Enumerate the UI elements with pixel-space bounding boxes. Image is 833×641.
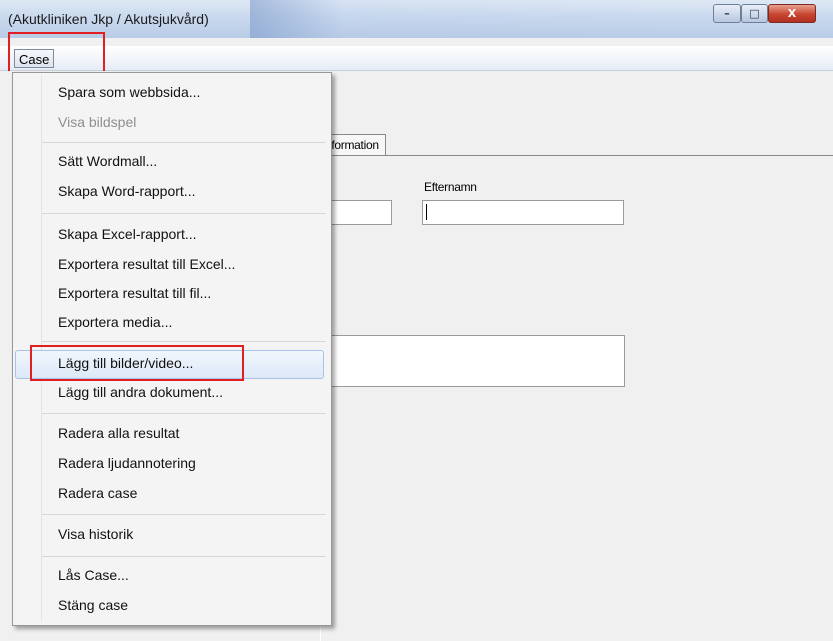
menu-item-exportera-resultat-excel[interactable]: Exportera resultat till Excel... (58, 256, 235, 272)
menu-item-lagg-till-bilder-video[interactable]: Lägg till bilder/video... (58, 355, 193, 371)
tab-panel (320, 156, 833, 641)
menu-item-stang-case[interactable]: Stäng case (58, 597, 128, 613)
close-button[interactable]: X (768, 4, 816, 23)
menu-item-exportera-resultat-fil[interactable]: Exportera resultat till fil... (58, 285, 211, 301)
menu-item-skapa-word-rapport[interactable]: Skapa Word-rapport... (58, 183, 195, 199)
menu-separator (42, 142, 326, 143)
menu-icon-gutter (41, 75, 42, 621)
menu-item-visa-bildspel: Visa bildspel (58, 114, 137, 130)
efternamn-label: Efternamn (424, 180, 477, 194)
menu-item-visa-historik[interactable]: Visa historik (58, 526, 133, 542)
menu-item-satt-wordmall[interactable]: Sätt Wordmall... (58, 153, 157, 169)
menu-item-radera-alla-resultat[interactable]: Radera alla resultat (58, 425, 179, 441)
minimize-icon: – (724, 7, 730, 20)
menu-item-radera-ljudannotering[interactable]: Radera ljudannotering (58, 455, 196, 471)
titlebar-glass (250, 0, 710, 38)
notes-field[interactable] (320, 335, 625, 387)
efternamn-field[interactable] (422, 200, 624, 225)
close-icon: X (787, 7, 797, 20)
maximize-icon: □ (749, 7, 760, 20)
menu-separator (42, 341, 326, 342)
menu-separator (42, 413, 326, 414)
menu-item-exportera-media[interactable]: Exportera media... (58, 314, 172, 330)
window-titlebar: (Akutkliniken Jkp / Akutsjukvård) – □ X (0, 0, 833, 38)
maximize-button[interactable]: □ (741, 4, 768, 23)
menu-separator (42, 213, 326, 214)
menu-separator (42, 556, 326, 557)
minimize-button[interactable]: – (713, 4, 741, 23)
menu-separator (42, 514, 326, 515)
menu-item-las-case[interactable]: Lås Case... (58, 567, 129, 583)
menu-case[interactable]: Case (14, 49, 55, 68)
menubar (0, 46, 833, 71)
menu-item-lagg-till-andra-dokument[interactable]: Lägg till andra dokument... (58, 384, 223, 400)
window-title: (Akutkliniken Jkp / Akutsjukvård) (8, 11, 209, 27)
text-caret (426, 204, 427, 220)
menu-item-radera-case[interactable]: Radera case (58, 485, 137, 501)
menu-item-spara-som-webbsida[interactable]: Spara som webbsida... (58, 84, 200, 100)
menu-item-skapa-excel-rapport[interactable]: Skapa Excel-rapport... (58, 226, 197, 242)
